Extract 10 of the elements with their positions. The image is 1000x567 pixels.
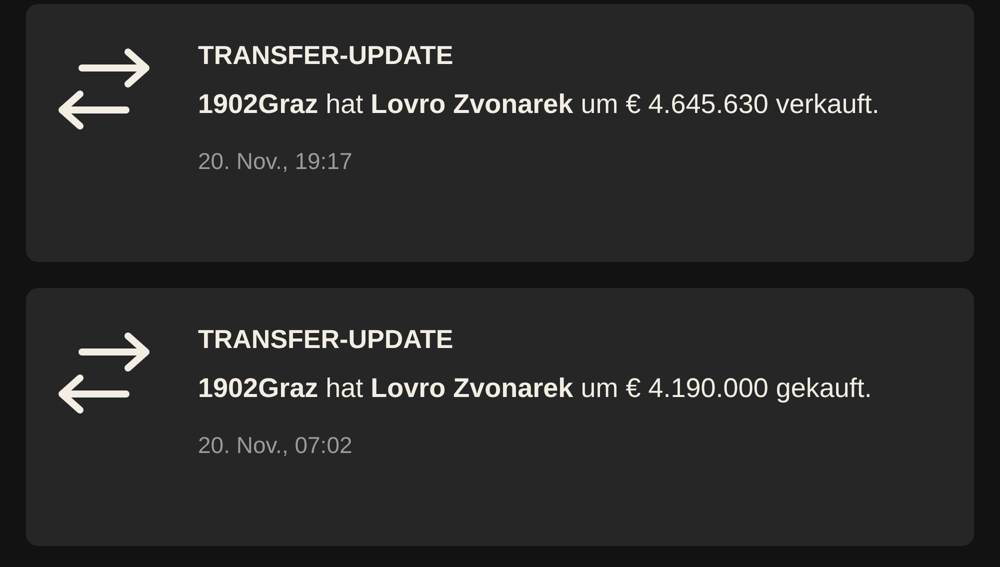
- notification-message: 1902Graz hat Lovro Zvonarek um € 4.645.630 verkauft.: [198, 88, 880, 121]
- notification-card[interactable]: TRANSFER-UPDATE 1902Graz hat Lovro Zvonarek um € 4.645.630 verkauft. 20. Nov., 19:17: [26, 4, 974, 262]
- notification-title: TRANSFER-UPDATE: [198, 323, 454, 356]
- transfer-arrows-icon: [56, 332, 152, 414]
- notification-time: 20. Nov., 19:17: [198, 147, 354, 176]
- notification-title: TRANSFER-UPDATE: [198, 39, 454, 72]
- transfer-arrows-icon: [56, 48, 152, 130]
- notification-card[interactable]: TRANSFER-UPDATE 1902Graz hat Lovro Zvonarek um € 4.190.000 gekauft. 20. Nov., 07:02: [26, 288, 974, 546]
- notification-time: 20. Nov., 07:02: [198, 431, 354, 460]
- notification-message: 1902Graz hat Lovro Zvonarek um € 4.190.000 gekauft.: [198, 372, 873, 405]
